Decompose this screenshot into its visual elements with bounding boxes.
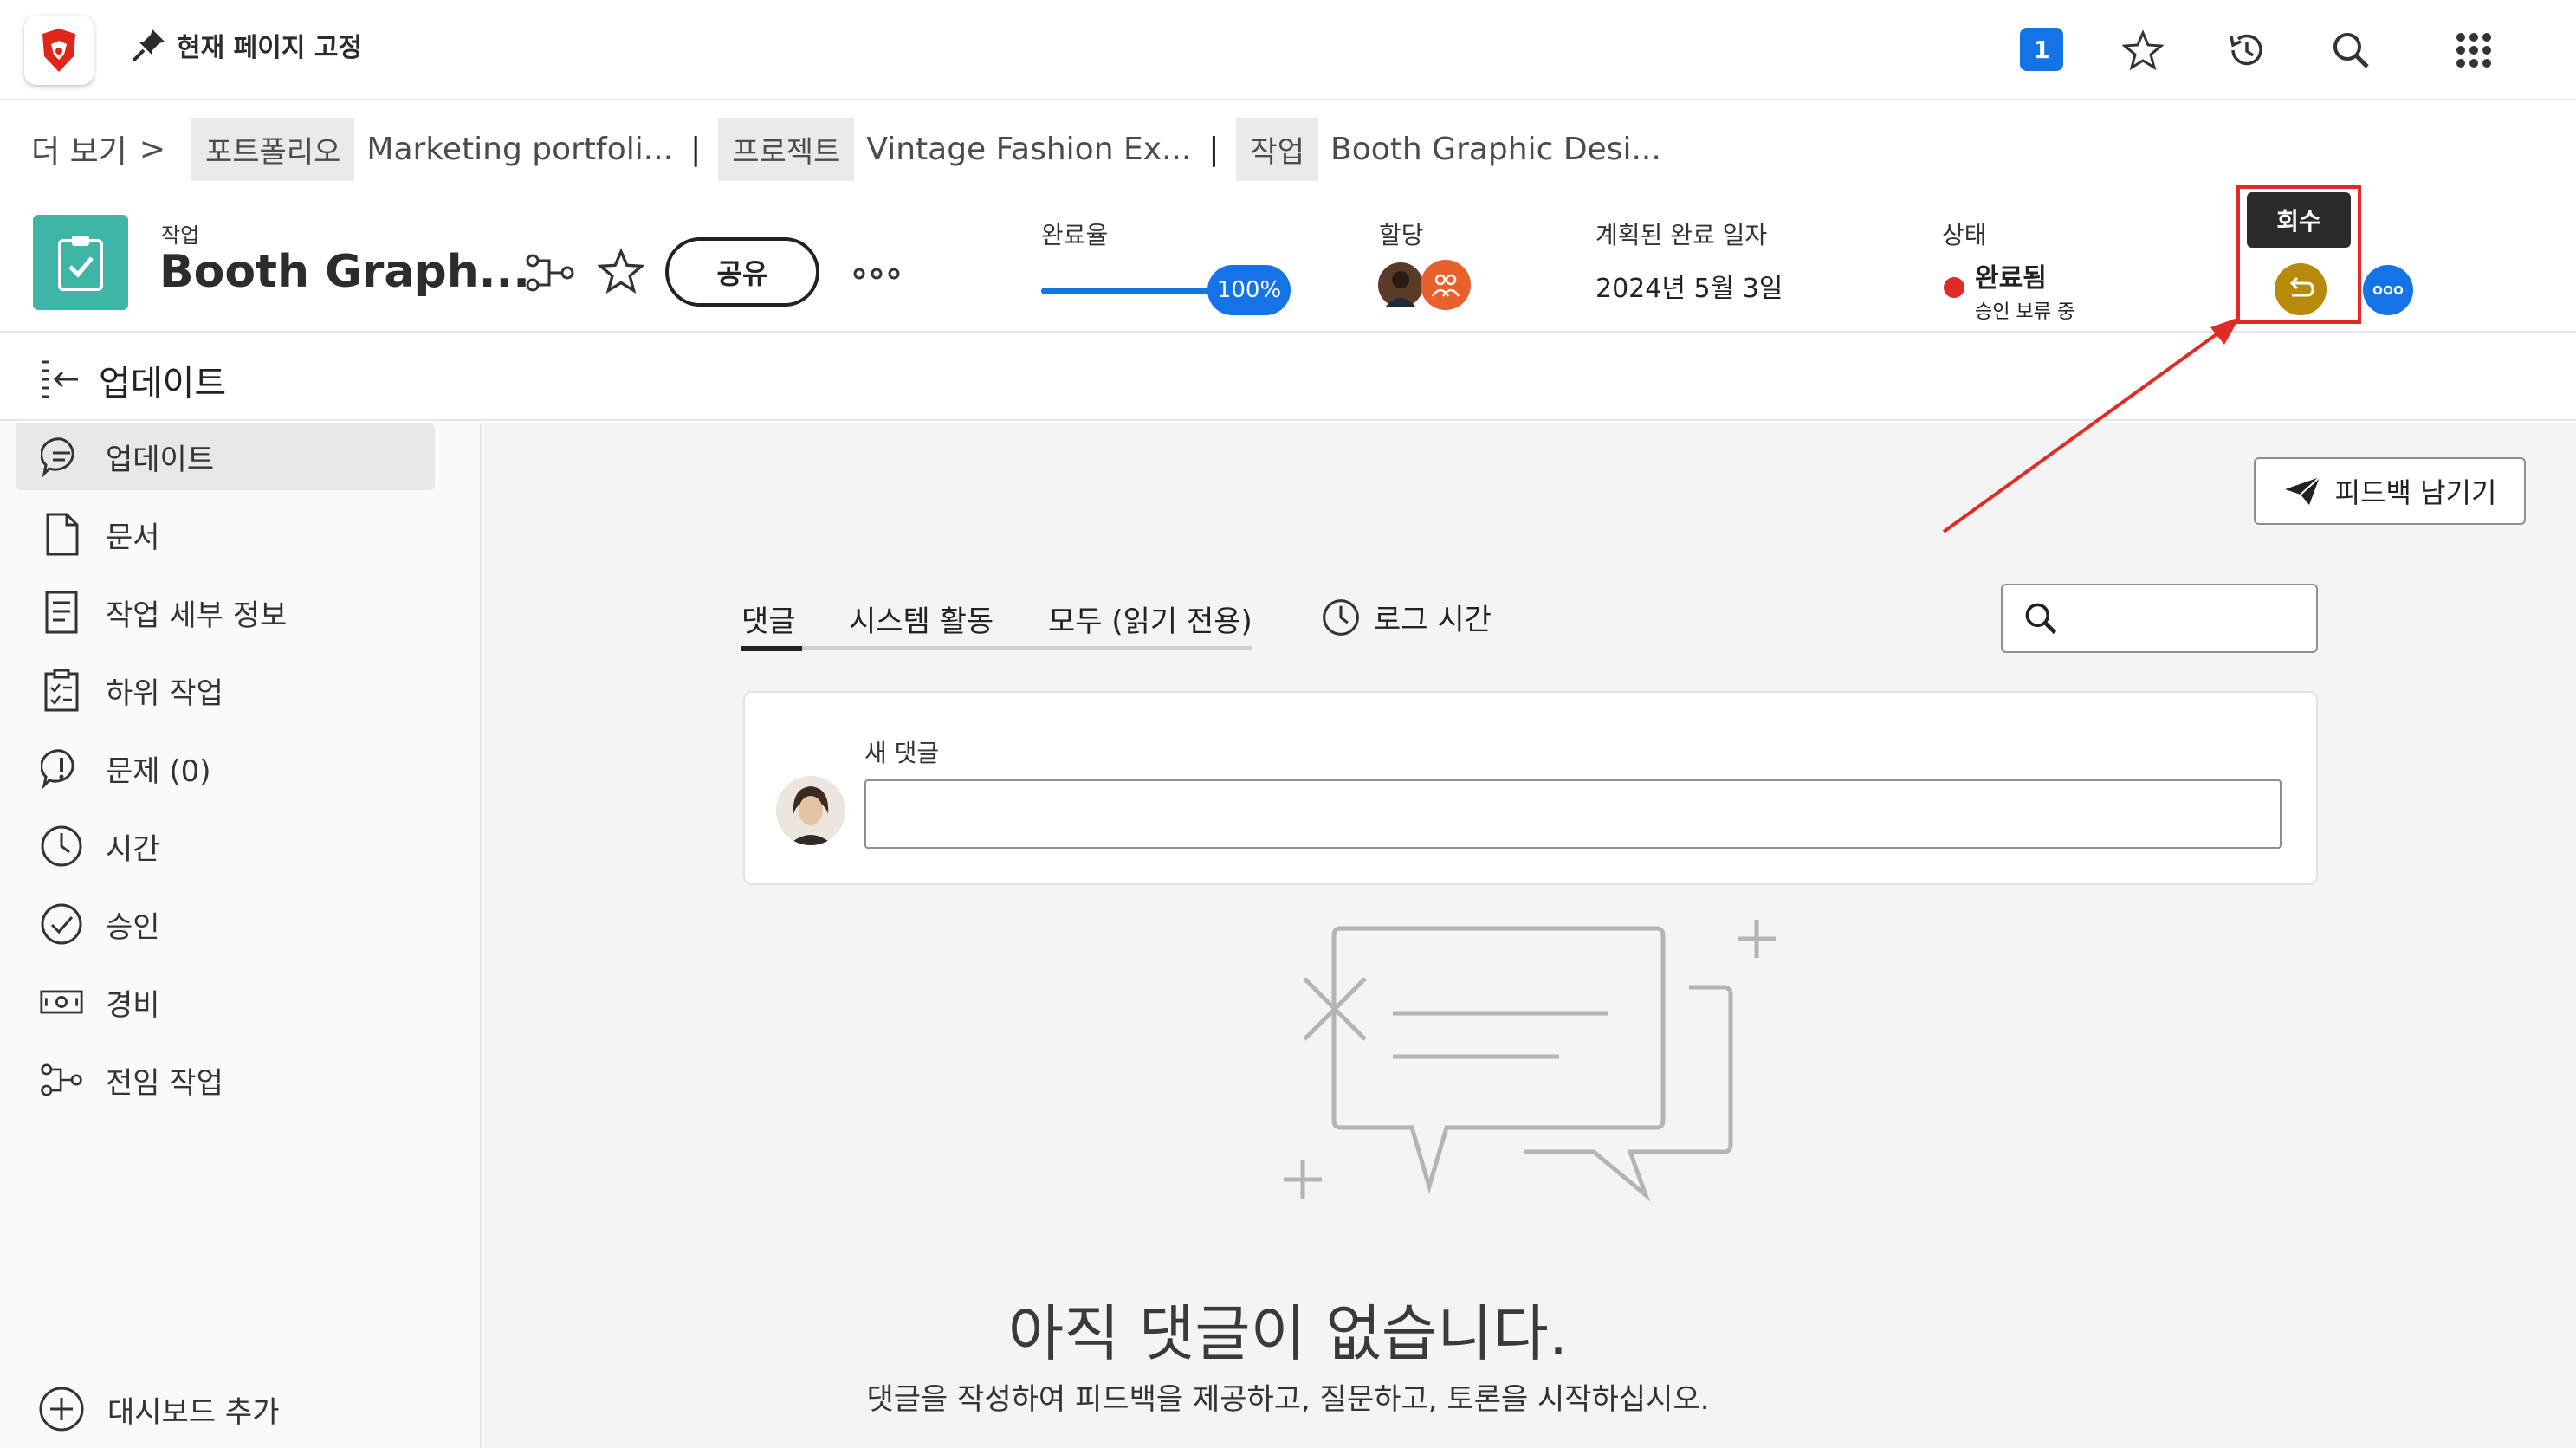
recall-button[interactable] bbox=[2275, 263, 2327, 315]
star-icon[interactable] bbox=[2119, 26, 2167, 74]
sidebar-item-subtasks[interactable]: 하위 작업 bbox=[16, 656, 435, 724]
empty-state-title: 아직 댓글이 없습니다. bbox=[1007, 1298, 1569, 1369]
sidebar-item-documents[interactable]: 문서 bbox=[16, 501, 435, 568]
planned-date-value: 2024년 5월 3일 bbox=[1595, 274, 1783, 304]
collapse-panel-icon[interactable] bbox=[38, 359, 81, 402]
empty-comments-illustration-icon bbox=[1273, 901, 1776, 1251]
hierarchy-icon[interactable] bbox=[525, 253, 575, 296]
planned-date-label: 계획된 완료 일자 bbox=[1595, 221, 1768, 249]
leave-feedback-label: 피드백 남기기 bbox=[2334, 476, 2497, 509]
search-icon[interactable] bbox=[2327, 26, 2375, 74]
brave-logo-icon[interactable] bbox=[24, 16, 94, 85]
annotation-arrow-icon bbox=[1942, 317, 2240, 533]
pin-page-button[interactable]: 현재 페이지 고정 bbox=[130, 26, 362, 64]
clock-icon bbox=[40, 824, 83, 868]
breadcrumb-task-tag: 작업 bbox=[1236, 117, 1319, 181]
sidebar-item-label: 업데이트 bbox=[106, 442, 215, 477]
new-comment-input[interactable] bbox=[864, 779, 2282, 849]
sidebar-item-label: 시간 bbox=[106, 831, 160, 867]
breadcrumb-portfolio-tag: 포트폴리오 bbox=[191, 117, 355, 181]
chat-bubble-icon bbox=[40, 435, 83, 478]
sidebar-item-expenses[interactable]: 경비 bbox=[16, 968, 435, 1036]
tabs-underline bbox=[741, 646, 1252, 650]
breadcrumb-separator: | bbox=[690, 131, 702, 167]
sidebar-item-label: 승인 bbox=[106, 909, 160, 945]
details-icon bbox=[40, 591, 83, 634]
empty-state-subtitle: 댓글을 작성하여 피드백을 제공하고, 질문하고, 토론을 시작하십시오. bbox=[866, 1382, 1710, 1417]
tab-all-readonly[interactable]: 모두 (읽기 전용) bbox=[1048, 598, 1252, 640]
status-value[interactable]: 완료됨 bbox=[1975, 256, 2047, 294]
tab-system-activity[interactable]: 시스템 활동 bbox=[849, 598, 994, 640]
pin-page-label: 현재 페이지 고정 bbox=[177, 33, 363, 63]
sidebar-item-label: 문제 (0) bbox=[106, 753, 211, 789]
breadcrumb-more[interactable]: 더 보기 bbox=[31, 126, 127, 171]
leave-feedback-button[interactable]: 피드백 남기기 bbox=[2254, 457, 2526, 525]
grid-menu-icon[interactable] bbox=[2450, 26, 2498, 74]
team-avatar-icon[interactable] bbox=[1421, 260, 1471, 310]
breadcrumb: 더 보기 > 포트폴리오 Marketing portfoli... | 프로젝… bbox=[0, 100, 2576, 197]
breadcrumb-chevron: > bbox=[139, 131, 165, 167]
assignee-avatar[interactable] bbox=[1375, 260, 1426, 310]
breadcrumb-project-tag: 프로젝트 bbox=[718, 117, 855, 181]
breadcrumb-project-link[interactable]: Vintage Fashion Ex... bbox=[866, 132, 1191, 167]
assign-label: 할당 bbox=[1379, 221, 1424, 249]
updates-title: 업데이트 bbox=[99, 364, 227, 404]
search-icon bbox=[2022, 599, 2060, 641]
sidebar-item-issues[interactable]: 문제 (0) bbox=[16, 734, 435, 802]
sidebar-item-predecessors[interactable]: 전임 작업 bbox=[16, 1046, 435, 1114]
predecessor-icon bbox=[40, 1058, 83, 1102]
comment-search-input[interactable] bbox=[2001, 584, 2318, 653]
task-clipboard-icon bbox=[33, 215, 128, 310]
more-options-icon[interactable] bbox=[852, 267, 901, 284]
undo-arrow-icon bbox=[2289, 276, 2314, 297]
document-icon bbox=[40, 513, 83, 556]
log-time-button[interactable]: 로그 시간 bbox=[1322, 596, 1492, 638]
send-icon bbox=[2283, 475, 2321, 507]
sidebar-item-approvals[interactable]: 승인 bbox=[16, 890, 435, 958]
sidebar-item-label: 하위 작업 bbox=[106, 676, 223, 711]
status-label: 상태 bbox=[1942, 221, 1987, 249]
new-comment-label: 새 댓글 bbox=[864, 739, 940, 767]
tab-comments[interactable]: 댓글 bbox=[741, 598, 796, 640]
sidebar-item-label: 작업 세부 정보 bbox=[106, 598, 288, 633]
more-dots-icon bbox=[2372, 285, 2404, 295]
sidebar-item-updates[interactable]: 업데이트 bbox=[16, 423, 435, 490]
page-title: Booth Graph... bbox=[159, 246, 530, 298]
breadcrumb-task-link[interactable]: Booth Graphic Desi... bbox=[1330, 132, 1661, 167]
share-button[interactable]: 공유 bbox=[665, 237, 819, 307]
more-actions-button[interactable] bbox=[2363, 265, 2413, 315]
log-time-label: 로그 시간 bbox=[1374, 603, 1492, 637]
progress-value: 100% bbox=[1207, 265, 1291, 315]
sidebar-item-label: 전임 작업 bbox=[106, 1065, 223, 1101]
favorite-star-icon[interactable] bbox=[597, 248, 645, 298]
status-dot bbox=[1944, 277, 1964, 298]
pin-icon bbox=[130, 26, 168, 64]
top-bar: 현재 페이지 고정 1 bbox=[0, 0, 2576, 100]
subtask-icon bbox=[40, 669, 83, 712]
active-tab-indicator bbox=[741, 646, 802, 651]
clock-icon bbox=[1322, 598, 1360, 637]
current-user-avatar bbox=[776, 776, 845, 845]
sidebar-item-label: 문서 bbox=[106, 520, 160, 555]
breadcrumb-separator: | bbox=[1208, 131, 1220, 167]
issue-icon bbox=[40, 747, 83, 790]
sidebar-item-task-details[interactable]: 작업 세부 정보 bbox=[16, 579, 435, 646]
expense-icon bbox=[40, 980, 83, 1024]
sidebar-item-label: 경비 bbox=[106, 987, 160, 1023]
sidebar-item-time[interactable]: 시간 bbox=[16, 812, 435, 880]
progress-label: 완료율 bbox=[1041, 221, 1109, 249]
approval-icon bbox=[40, 902, 83, 946]
object-type-label: 작업 bbox=[161, 223, 200, 248]
breadcrumb-portfolio-link[interactable]: Marketing portfoli... bbox=[366, 132, 673, 167]
history-icon[interactable] bbox=[2223, 26, 2271, 74]
notification-badge[interactable]: 1 bbox=[2020, 28, 2063, 71]
